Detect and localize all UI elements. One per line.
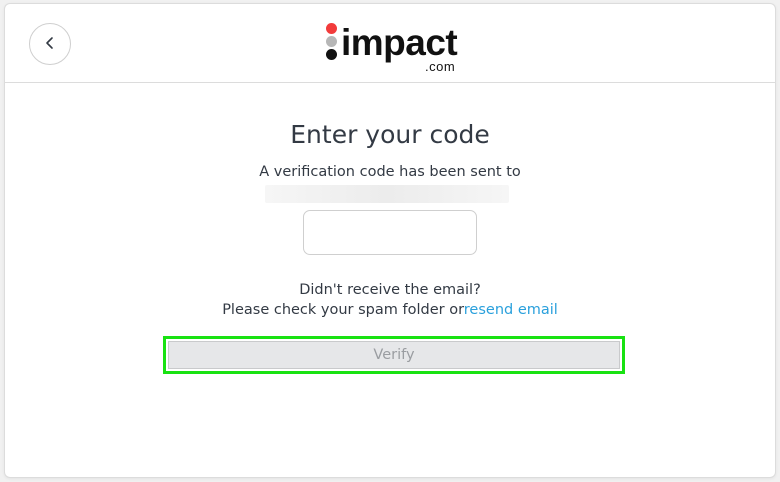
resend-email-link[interactable]: resend email [464,302,558,318]
logo-dot-gray [326,36,337,47]
logo-dot-black [326,49,337,60]
verify-button[interactable]: Verify [168,341,620,369]
masked-email-address [265,185,509,203]
verification-code-input[interactable] [303,210,477,255]
impact-logo: impact .com [321,21,466,74]
auth-card: impact .com Enter your code A verificati… [4,3,776,478]
logo-suffix: .com [425,59,456,74]
header: impact .com [5,4,775,83]
help-text-line2: Please check your spam folder orresend e… [5,302,775,318]
help-text-line1: Didn't receive the email? [299,282,481,298]
logo-dot-red [326,23,337,34]
back-button[interactable] [29,23,71,65]
chevron-left-icon [44,35,56,54]
page-title: Enter your code [290,120,490,149]
verification-subtitle: A verification code has been sent to [259,164,521,180]
help-text-prefix: Please check your spam folder or [222,302,464,318]
